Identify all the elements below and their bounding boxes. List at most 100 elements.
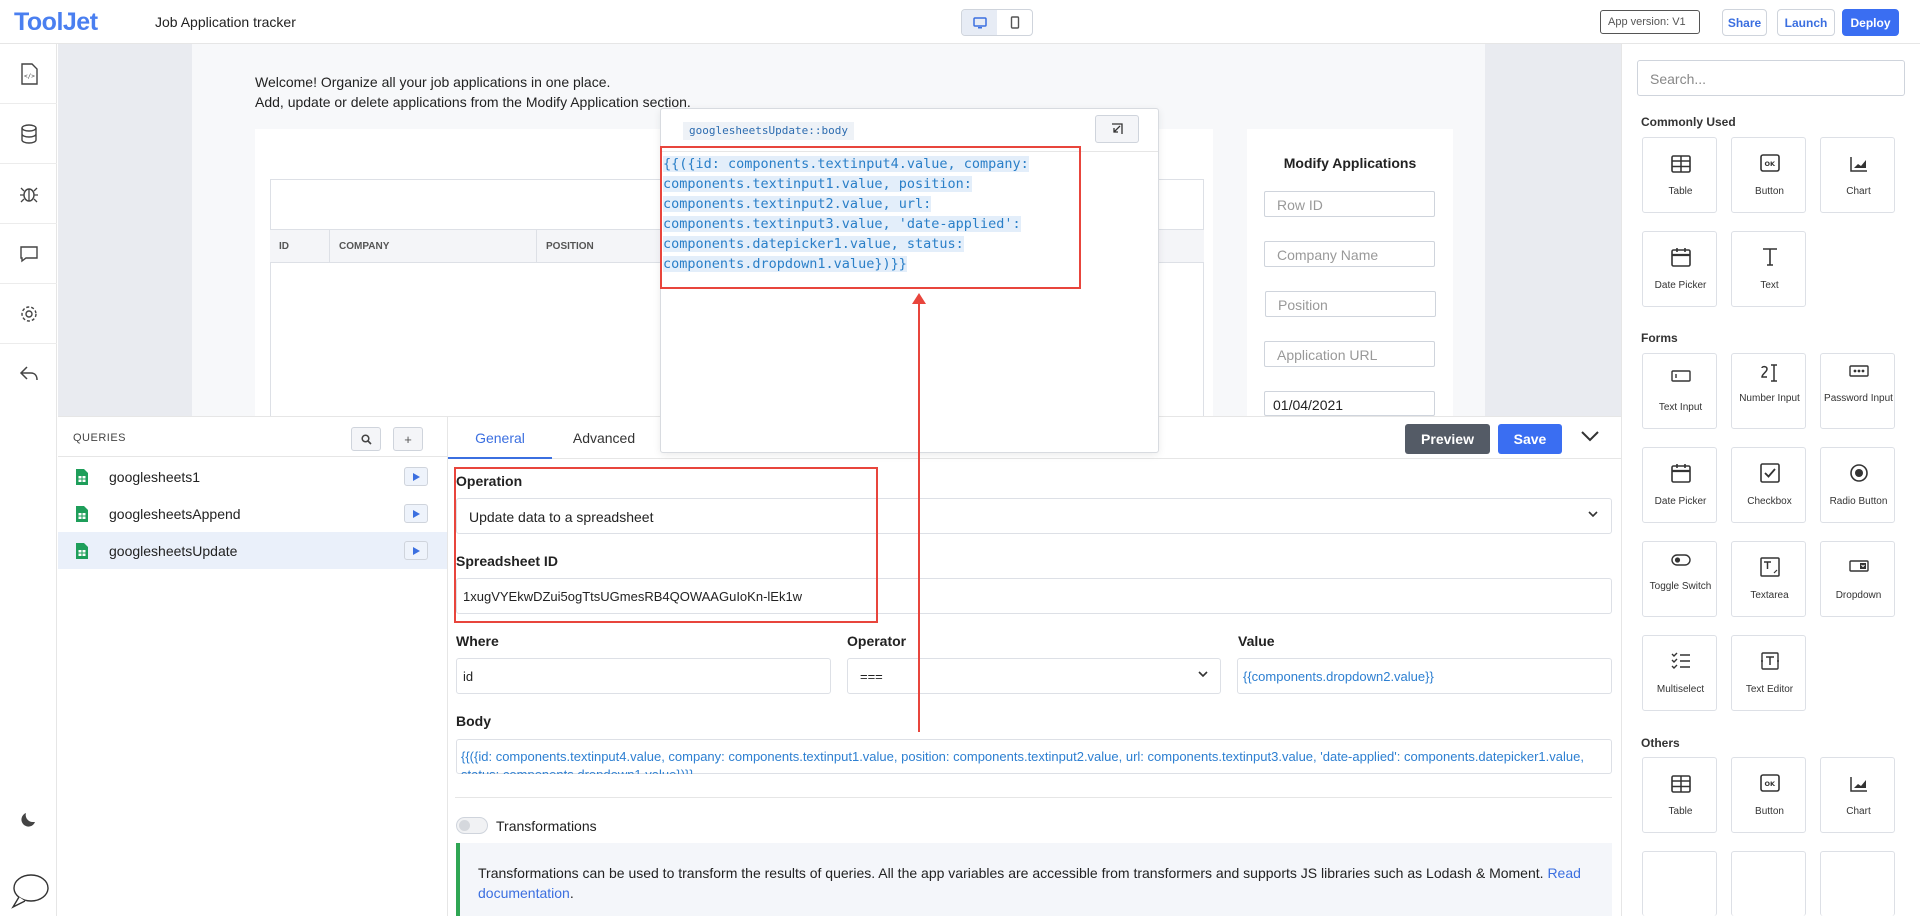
widget-label: Date Picker xyxy=(1654,280,1707,291)
desktop-view-button[interactable] xyxy=(962,10,997,35)
textarea-icon xyxy=(1759,557,1780,577)
widget-label: Toggle Switch xyxy=(1649,581,1712,592)
widget-date-picker-2[interactable]: Date Picker xyxy=(1642,447,1717,523)
back-arrow-icon xyxy=(19,366,38,381)
widget-number-input[interactable]: Number Input xyxy=(1731,353,1806,429)
widget-text-input[interactable]: Text Input xyxy=(1642,353,1717,429)
widget-table-other[interactable]: Table xyxy=(1642,757,1717,833)
number-input-icon xyxy=(1760,364,1777,382)
run-query-button[interactable] xyxy=(404,541,428,560)
company-name-input[interactable]: Company Name xyxy=(1264,241,1435,267)
comment-icon xyxy=(19,245,38,262)
widget-date-picker[interactable]: Date Picker xyxy=(1642,231,1717,307)
widget-search-input[interactable]: Search... xyxy=(1637,60,1905,96)
date-applied-picker[interactable]: 01/04/2021 xyxy=(1264,391,1435,416)
annotation-highlight-code xyxy=(660,146,1081,289)
widget-table[interactable]: Table xyxy=(1642,137,1717,213)
top-bar: ToolJet Job Application tracker App vers… xyxy=(0,0,1920,44)
run-query-button[interactable] xyxy=(404,504,428,523)
query-item[interactable]: googlesheets1 xyxy=(58,458,447,495)
svg-text:OK: OK xyxy=(1764,780,1776,788)
widget-text-editor[interactable]: Text Editor xyxy=(1731,635,1806,711)
where-input[interactable]: id xyxy=(456,658,831,694)
search-queries-button[interactable] xyxy=(351,427,381,451)
widget-toggle-switch[interactable]: Toggle Switch xyxy=(1642,541,1717,617)
widget-dropdown[interactable]: Dropdown xyxy=(1820,541,1895,617)
minimize-icon xyxy=(1112,123,1123,134)
widget-partial[interactable] xyxy=(1642,851,1717,916)
play-icon xyxy=(412,546,420,555)
transformations-toggle[interactable] xyxy=(456,817,488,834)
info-end: . xyxy=(569,885,574,901)
query-item-selected[interactable]: googlesheetsUpdate xyxy=(58,532,447,569)
column-header-id[interactable]: ID xyxy=(270,230,330,263)
widget-label: Button xyxy=(1755,806,1784,817)
rail-comments[interactable] xyxy=(0,224,57,284)
multiselect-icon xyxy=(1671,652,1690,669)
application-url-input[interactable]: Application URL xyxy=(1264,341,1435,367)
tab-advanced[interactable]: Advanced xyxy=(552,417,656,459)
launch-button[interactable]: Launch xyxy=(1777,9,1835,36)
modify-applications-title: Modify Applications xyxy=(1283,155,1417,171)
welcome-text-line1: Welcome! Organize all your job applicati… xyxy=(255,74,611,90)
widget-label: Password Input xyxy=(1824,393,1893,404)
dark-mode-toggle[interactable] xyxy=(0,810,57,828)
query-name: googlesheetsUpdate xyxy=(109,543,238,559)
add-query-button[interactable]: + xyxy=(393,427,423,451)
widget-label: Text Editor xyxy=(1745,684,1794,695)
widget-chart[interactable]: Chart xyxy=(1820,137,1895,213)
annotation-arrow-head xyxy=(912,293,926,304)
widget-label: Text xyxy=(1760,280,1779,291)
value-input[interactable]: {{components.dropdown2.value}} xyxy=(1237,658,1612,694)
widget-multiselect[interactable]: Multiselect xyxy=(1642,635,1717,711)
text-editor-icon xyxy=(1760,652,1779,670)
chat-button[interactable] xyxy=(0,870,57,910)
rail-back[interactable] xyxy=(0,344,57,404)
operator-select[interactable]: === xyxy=(847,658,1221,694)
run-query-button[interactable] xyxy=(404,467,428,486)
chart-icon xyxy=(1849,157,1867,172)
widget-label: Multiselect xyxy=(1656,684,1705,695)
widget-text[interactable]: Text xyxy=(1731,231,1806,307)
google-sheets-icon xyxy=(76,469,88,485)
rail-settings[interactable] xyxy=(0,284,57,344)
rail-inspector[interactable]: </> xyxy=(0,44,57,104)
widget-label: Table xyxy=(1668,806,1693,817)
widget-button-other[interactable]: OK Button xyxy=(1731,757,1806,833)
widget-button[interactable]: OK Button xyxy=(1731,137,1806,213)
save-button[interactable]: Save xyxy=(1498,424,1562,454)
share-button[interactable]: Share xyxy=(1722,9,1767,36)
deploy-button[interactable]: Deploy xyxy=(1842,9,1899,36)
mobile-view-button[interactable] xyxy=(997,10,1032,35)
widget-textarea[interactable]: Textarea xyxy=(1731,541,1806,617)
app-version-select[interactable]: App version: V1 xyxy=(1600,10,1700,34)
widget-radio-button[interactable]: Radio Button xyxy=(1820,447,1895,523)
chevron-down-icon[interactable] xyxy=(1580,430,1600,442)
widget-label: Number Input xyxy=(1739,393,1800,404)
calendar-icon xyxy=(1670,248,1691,267)
device-toggle xyxy=(961,9,1033,36)
widget-label: Textarea xyxy=(1750,590,1789,601)
preview-button[interactable]: Preview xyxy=(1405,424,1490,454)
rail-datasources[interactable] xyxy=(0,104,57,164)
rail-debugger[interactable] xyxy=(0,164,57,224)
widget-chart-other[interactable]: Chart xyxy=(1820,757,1895,833)
tab-general[interactable]: General xyxy=(448,417,552,459)
widget-password-input[interactable]: Password Input xyxy=(1820,353,1895,429)
widget-label: Table xyxy=(1668,186,1693,197)
app-title[interactable]: Job Application tracker xyxy=(155,14,296,30)
position-input[interactable]: Position xyxy=(1265,291,1436,317)
widget-partial[interactable] xyxy=(1731,851,1806,916)
tooljet-logo[interactable]: ToolJet xyxy=(14,8,98,37)
value-label: Value xyxy=(1238,633,1275,649)
moon-icon xyxy=(20,813,35,827)
others-label: Others xyxy=(1641,736,1680,750)
widget-checkbox[interactable]: Checkbox xyxy=(1731,447,1806,523)
widget-label: Date Picker xyxy=(1654,496,1707,507)
minimize-editor-button[interactable] xyxy=(1095,115,1139,143)
query-item[interactable]: googlesheetsAppend xyxy=(58,495,447,532)
where-label: Where xyxy=(456,633,499,649)
column-header-company[interactable]: COMPANY xyxy=(330,230,537,263)
widget-partial[interactable] xyxy=(1820,851,1895,916)
row-id-input[interactable]: Row ID xyxy=(1264,191,1435,217)
